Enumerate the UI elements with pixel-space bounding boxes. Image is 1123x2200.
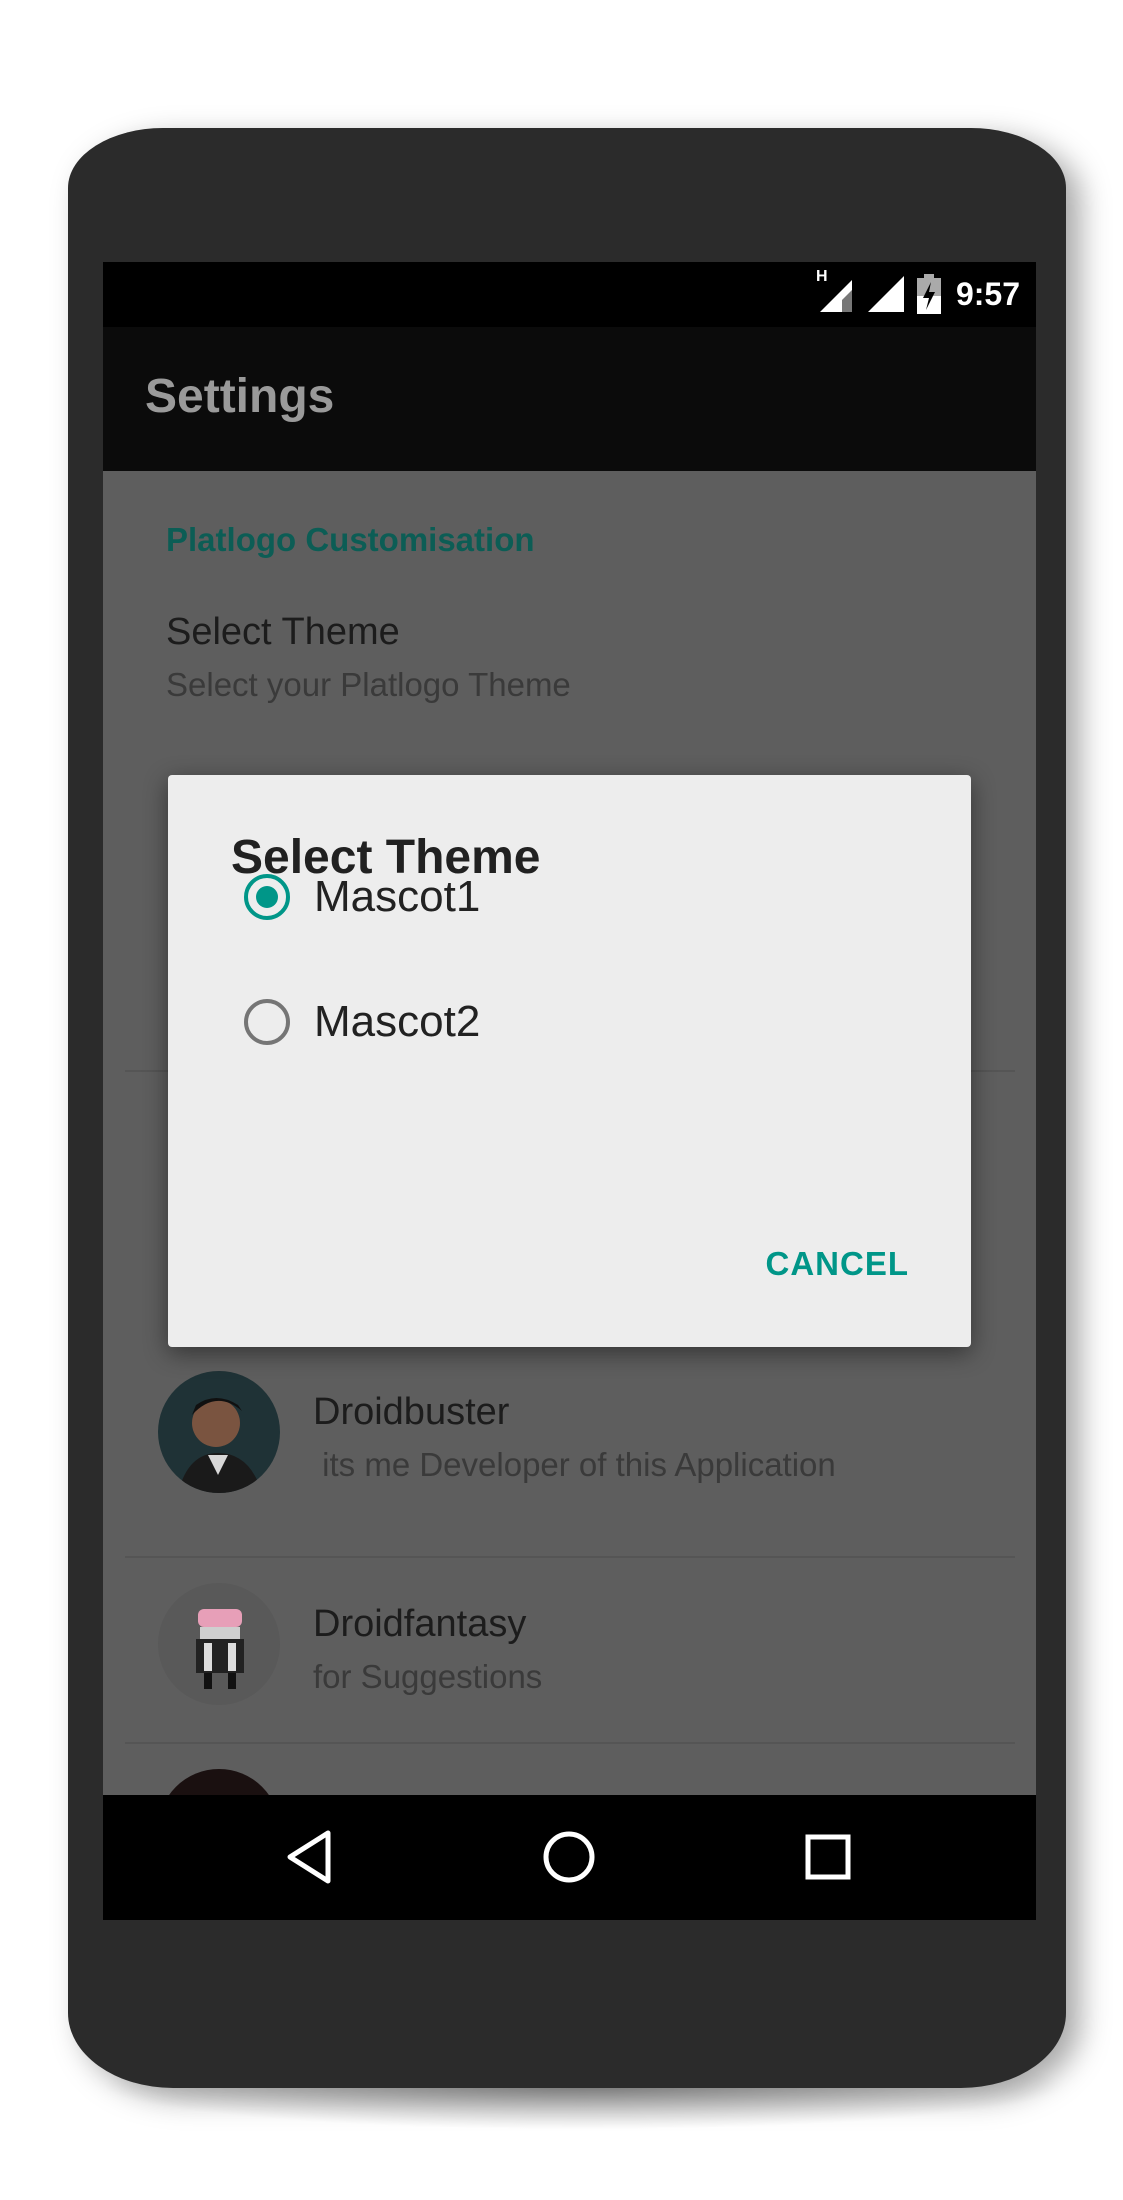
- preference-category-title: Platlogo Customisation: [166, 521, 535, 558]
- option-label: Mascot2: [314, 997, 481, 1046]
- cell-signal-icon: [866, 274, 906, 314]
- list-item-droidbuster[interactable]: Droidbuster its me Developer of this App…: [103, 1371, 1036, 1556]
- status-bar: H 9:57: [103, 262, 1036, 327]
- list-item-droidfantasy[interactable]: Droidfantasy for Suggestions: [103, 1556, 1036, 1741]
- app-bar: Settings: [103, 327, 1036, 471]
- radio-checked-icon[interactable]: [244, 874, 290, 920]
- option-mascot2[interactable]: Mascot2: [244, 992, 480, 1052]
- select-theme-summary: Select your Platlogo Theme: [166, 666, 571, 703]
- battery-charging-icon: [916, 274, 942, 314]
- person-name: Droidbuster: [313, 1391, 510, 1433]
- radio-unchecked-icon[interactable]: [244, 999, 290, 1045]
- status-icons: H 9:57: [816, 268, 1020, 314]
- person-description: its me Developer of this Application: [313, 1446, 836, 1483]
- back-triangle-icon[interactable]: [278, 1825, 342, 1889]
- home-circle-icon[interactable]: [537, 1825, 601, 1889]
- list-divider: [125, 1742, 1015, 1744]
- person-name: Droidfantasy: [313, 1603, 527, 1645]
- person-description: for Suggestions: [313, 1658, 543, 1695]
- phone-screen: H 9:57 Settings Platlogo Customisation S…: [103, 262, 1036, 1920]
- app-bar-title: Settings: [145, 370, 335, 423]
- status-clock: 9:57: [955, 275, 1020, 312]
- option-label: Mascot1: [314, 872, 481, 921]
- avatar: [158, 1371, 280, 1493]
- recents-square-icon[interactable]: [796, 1825, 860, 1889]
- select-theme-title: Select Theme: [166, 611, 400, 653]
- network-signal-icon: H: [816, 268, 856, 314]
- option-mascot1[interactable]: Mascot1: [244, 867, 480, 927]
- avatar: [158, 1583, 280, 1705]
- select-theme-dialog: Select Theme Mascot1 Mascot2 CANCEL: [168, 775, 971, 1347]
- cancel-button[interactable]: CANCEL: [766, 1245, 910, 1283]
- navigation-bar: [103, 1795, 1036, 1920]
